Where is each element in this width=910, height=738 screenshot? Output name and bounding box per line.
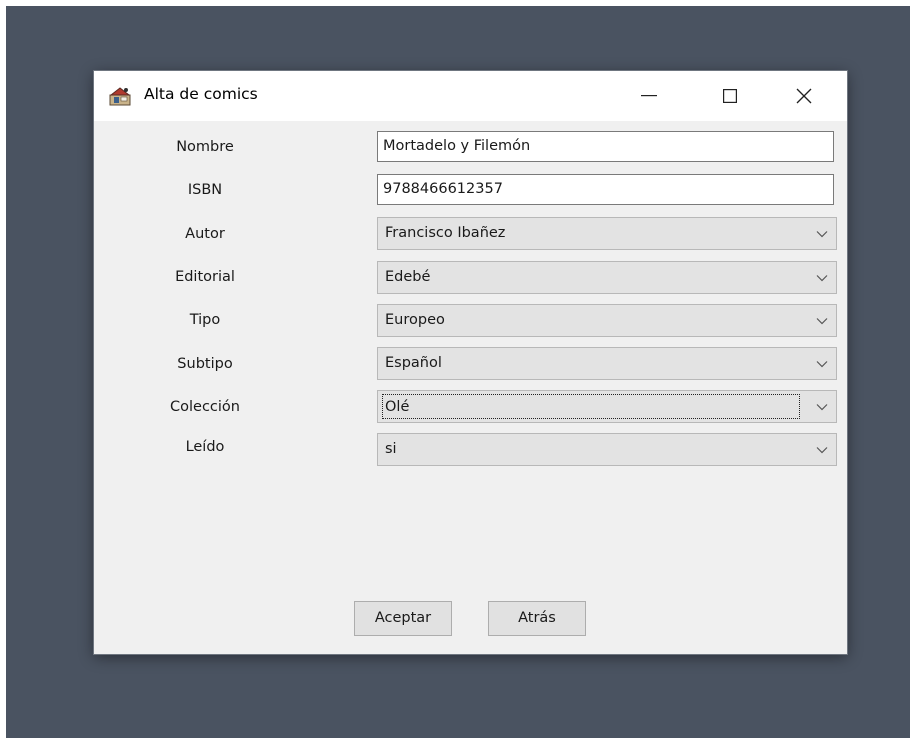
alta-de-comics-window: Alta de comics Nombre Mortadelo y Filemó [94,71,847,654]
desktop-background: Alta de comics Nombre Mortadelo y Filemó [6,6,910,738]
autor-label: Autor [185,226,225,242]
leido-selected-value: si [385,441,397,457]
atras-button[interactable]: Atrás [488,601,586,636]
chevron-down-icon [816,447,828,454]
subtipo-dropdown[interactable]: Español [377,347,837,380]
chevron-down-icon [816,404,828,411]
maximize-button[interactable] [700,71,760,121]
close-button[interactable] [774,71,834,121]
leido-label: Leído [185,439,225,455]
minimize-button[interactable] [619,71,679,121]
tipo-selected-value: Europeo [385,312,445,328]
maximize-icon [723,89,737,103]
editorial-dropdown[interactable]: Edebé [377,261,837,294]
subtipo-label: Subtipo [177,356,233,372]
window-title: Alta de comics [144,85,258,103]
tipo-label: Tipo [189,312,221,328]
app-icon [109,86,133,106]
chevron-down-icon [816,231,828,238]
isbn-label: ISBN [187,182,223,198]
nombre-field[interactable]: Mortadelo y Filemón [377,131,834,162]
editorial-selected-value: Edebé [385,269,431,285]
coleccion-dropdown[interactable]: Olé [377,390,837,423]
close-icon [796,88,812,104]
autor-selected-value: Francisco Ibañez [385,225,506,241]
tipo-dropdown[interactable]: Europeo [377,304,837,337]
isbn-field[interactable]: 9788466612357 [377,174,834,205]
nombre-label: Nombre [176,139,234,155]
autor-dropdown[interactable]: Francisco Ibañez [377,217,837,250]
aceptar-button[interactable]: Aceptar [354,601,452,636]
chevron-down-icon [816,361,828,368]
leido-dropdown[interactable]: si [377,433,837,466]
chevron-down-icon [816,318,828,325]
coleccion-label: Colección [170,399,240,415]
coleccion-selected-value: Olé [382,394,800,419]
subtipo-selected-value: Español [385,355,442,371]
title-bar[interactable]: Alta de comics [94,71,847,121]
editorial-label: Editorial [175,269,235,285]
chevron-down-icon [816,275,828,282]
minimize-icon [641,95,657,97]
